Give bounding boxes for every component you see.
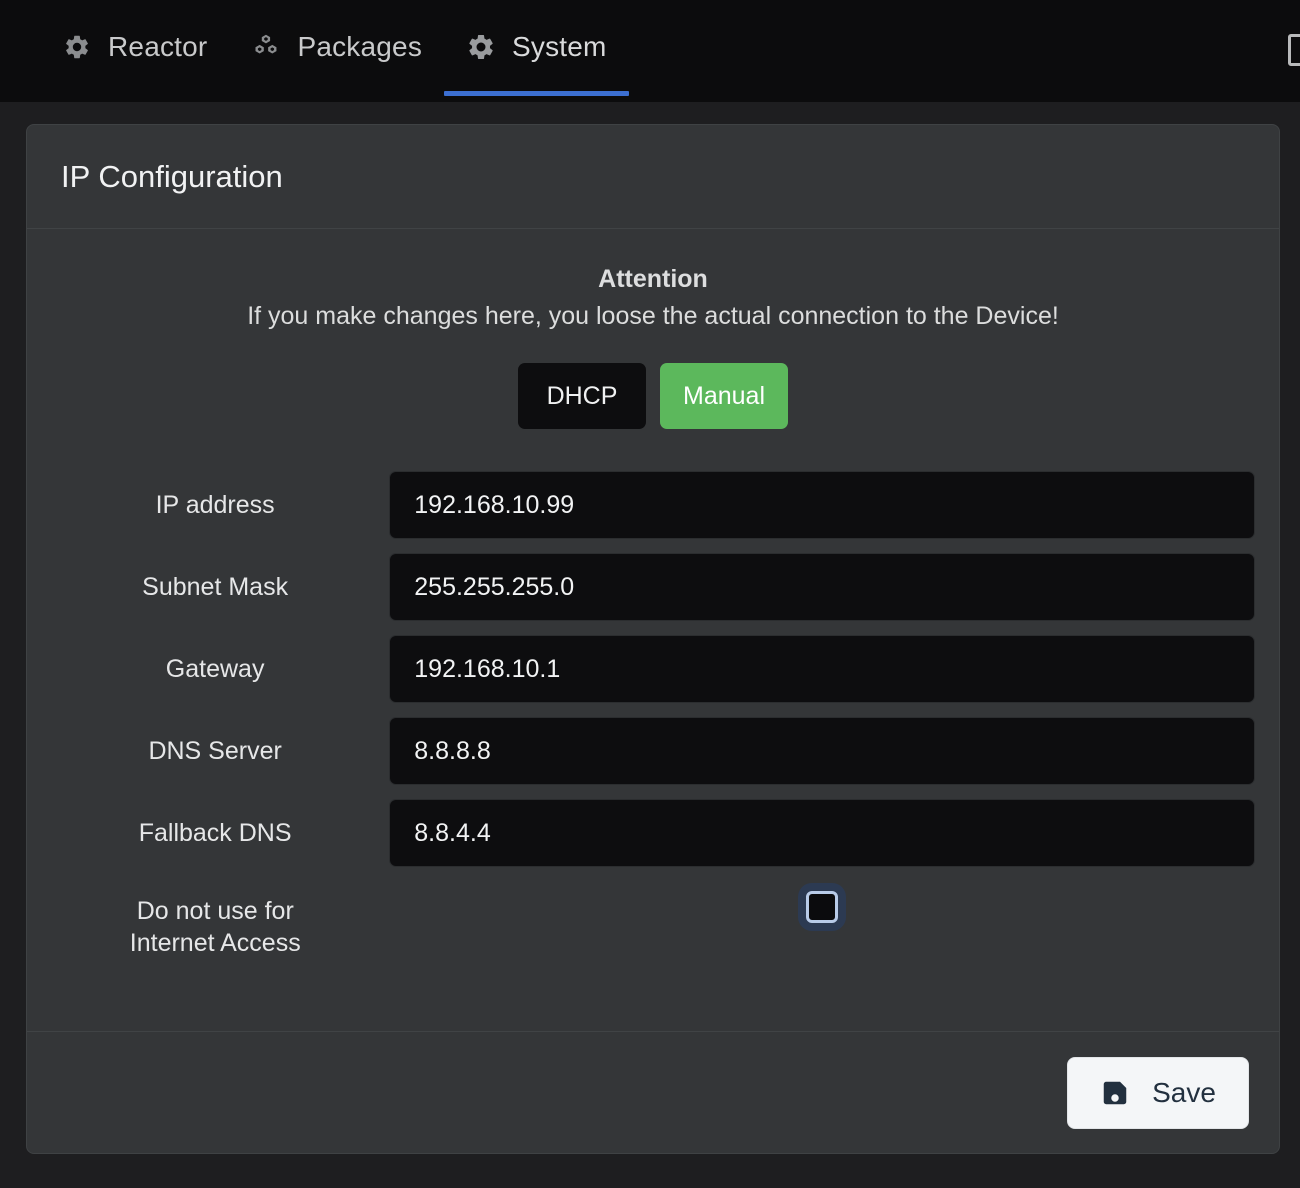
save-button[interactable]: Save	[1067, 1056, 1249, 1129]
boxes-icon	[251, 34, 281, 65]
dns-server-input[interactable]	[389, 717, 1255, 785]
topbar-right-area	[1278, 0, 1300, 100]
subnet-mask-input[interactable]	[389, 553, 1255, 621]
form-row-subnet-mask: Subnet Mask	[51, 553, 1255, 621]
ip-address-input[interactable]	[389, 471, 1255, 539]
page-title: IP Configuration	[61, 158, 283, 194]
ip-address-label: IP address	[155, 491, 275, 519]
form-row-fallback-dns: Fallback DNS	[51, 799, 1255, 867]
gear-icon	[466, 34, 496, 65]
form-row-no-internet-access: Do not use for Internet Access	[51, 889, 1255, 959]
gear-icon	[62, 35, 92, 65]
no-internet-access-label-line2: Internet Access	[129, 929, 301, 957]
tab-label: System	[512, 31, 607, 62]
card-body: Attention If you make changes here, you …	[27, 229, 1279, 1031]
tab-label: Reactor	[108, 31, 208, 62]
gateway-label: Gateway	[165, 655, 265, 683]
tab-system[interactable]: System	[444, 0, 629, 100]
checkbox-container	[390, 889, 1256, 923]
panel-icon[interactable]	[1288, 34, 1300, 66]
tab-reactor[interactable]: Reactor	[40, 0, 229, 100]
manual-button[interactable]: Manual	[660, 363, 788, 429]
floppy-disk-icon	[1100, 1078, 1130, 1108]
form-row-ip-address: IP address	[51, 471, 1255, 539]
no-internet-access-label-line1: Do not use for	[136, 897, 294, 925]
gateway-input[interactable]	[389, 635, 1255, 703]
attention-message: If you make changes here, you loose the …	[247, 302, 1059, 330]
dns-server-label: DNS Server	[148, 737, 282, 765]
tab-packages[interactable]: Packages	[229, 0, 444, 100]
form-row-gateway: Gateway	[51, 635, 1255, 703]
attention-heading: Attention	[598, 265, 708, 293]
subnet-mask-label: Subnet Mask	[142, 573, 289, 601]
ip-mode-toggle-group: DHCP Manual	[51, 363, 1255, 429]
tab-label: Packages	[297, 31, 423, 62]
ip-configuration-card: IP Configuration Attention If you make c…	[26, 124, 1280, 1154]
top-navigation-bar: Reactor Packages System	[0, 0, 1300, 102]
card-header: IP Configuration	[27, 125, 1279, 229]
fallback-dns-label: Fallback DNS	[138, 819, 292, 847]
save-button-label: Save	[1152, 1076, 1216, 1108]
form-row-dns-server: DNS Server	[51, 717, 1255, 785]
dhcp-button[interactable]: DHCP	[518, 363, 646, 429]
page-content: IP Configuration Attention If you make c…	[0, 102, 1300, 1154]
no-internet-access-checkbox[interactable]	[806, 891, 839, 923]
no-internet-access-label: Do not use for Internet Access	[51, 889, 390, 959]
fallback-dns-input[interactable]	[389, 799, 1255, 867]
card-footer: Save	[27, 1031, 1279, 1153]
